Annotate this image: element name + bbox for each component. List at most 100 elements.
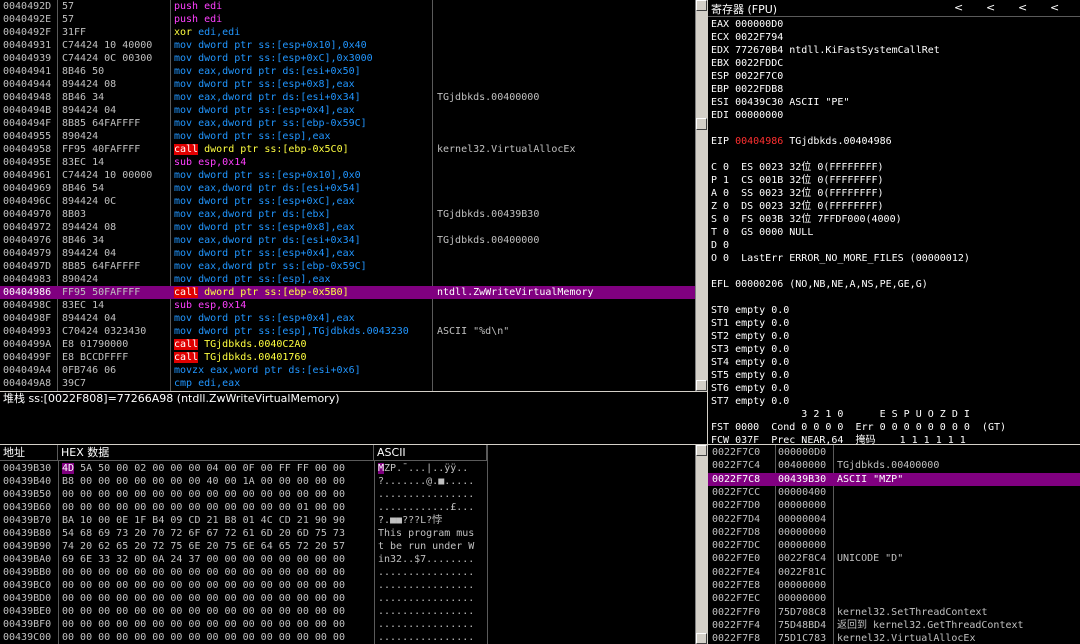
registers-pane[interactable]: 寄存器 (FPU) <<<<< EAX 000000D0ECX 0022F794…: [708, 0, 1080, 444]
register-line[interactable]: EIP 00404986 TGjdbkds.00404986: [711, 135, 1080, 148]
disasm-row[interactable]: 0040499F E8 BCCDFFFF call TGjdbkds.0040176…: [0, 351, 695, 364]
dump-row[interactable]: 00439B70 BA 10 00 0E 1F B4 09 CD 21 B8 01…: [0, 514, 487, 527]
register-line[interactable]: EBP 0022FDB8: [711, 83, 1080, 96]
disassembly-pane[interactable]: 0040492D 57 push edi 0040492E 57 push edi 0040…: [0, 0, 695, 391]
register-line[interactable]: T 0 GS 0000 NULL: [711, 226, 1080, 239]
register-nav-button[interactable]: <: [986, 1, 995, 14]
stack-row[interactable]: 0022F7D8 00000000: [708, 526, 1080, 539]
stack-row[interactable]: 0022F7F4 75D48BD4 返回到 kernel32.GetThreadCo…: [708, 619, 1080, 632]
register-line[interactable]: [711, 122, 1080, 135]
disasm-row[interactable]: 00404939 C74424 0C 00300 mov dword ptr ss:…: [0, 52, 695, 65]
register-line[interactable]: A 0 SS 0023 32位 0(FFFFFFFF): [711, 187, 1080, 200]
register-line[interactable]: ESI 00439C30 ASCII "PE": [711, 96, 1080, 109]
disasm-row[interactable]: 00404969 8B46 54 mov eax,dword ptr ds:[esi…: [0, 182, 695, 195]
dump-header-address[interactable]: 地址: [0, 445, 58, 460]
stack-row[interactable]: 0022F7D0 00000000: [708, 499, 1080, 512]
dump-scroll-down-button[interactable]: [696, 633, 707, 644]
register-line[interactable]: [711, 291, 1080, 304]
disasm-row[interactable]: 00404983 890424 mov dword ptr ss:[esp],eax: [0, 273, 695, 286]
register-line[interactable]: [711, 265, 1080, 278]
register-line[interactable]: [711, 148, 1080, 161]
dump-row[interactable]: 00439B50 00 00 00 00 00 00 00 00 00 00 00…: [0, 488, 487, 501]
disasm-row[interactable]: 0040492D 57 push edi: [0, 0, 695, 13]
dump-row[interactable]: 00439B60 00 00 00 00 00 00 00 00 00 00 00…: [0, 501, 487, 514]
disasm-row[interactable]: 00404970 8B03 mov eax,dword ptr ds:[ebx] TG…: [0, 208, 695, 221]
register-line[interactable]: ST4 empty 0.0: [711, 356, 1080, 369]
stack-pane[interactable]: 0022F7C0 000000D0 0022F7C4 00400000 TGjdbkds…: [708, 445, 1080, 644]
dump-row[interactable]: 00439BF0 00 00 00 00 00 00 00 00 00 00 00…: [0, 618, 487, 631]
dump-row[interactable]: 00439B40 B8 00 00 00 00 00 00 00 40 00 1A…: [0, 475, 487, 488]
disasm-row[interactable]: 004049A4 0FB746 06 movzx eax,word ptr ds:[…: [0, 364, 695, 377]
disasm-row[interactable]: 0040495E 83EC 14 sub esp,0x14: [0, 156, 695, 169]
stack-row[interactable]: 0022F7F8 75D1C783 kernel32.VirtualAllocEx: [708, 632, 1080, 644]
disasm-row[interactable]: 00404979 894424 04 mov dword ptr ss:[esp+0…: [0, 247, 695, 260]
disasm-row[interactable]: 0040492E 57 push edi: [0, 13, 695, 26]
register-line[interactable]: FST 0000 Cond 0 0 0 0 Err 0 0 0 0 0 0 0 …: [711, 421, 1080, 434]
register-line[interactable]: O 0 LastErr ERROR_NO_MORE_FILES (0000001…: [711, 252, 1080, 265]
dump-row[interactable]: 00439BD0 00 00 00 00 00 00 00 00 00 00 00…: [0, 592, 487, 605]
disasm-row[interactable]: 0040494F 8B85 64FAFFFF mov eax,dword ptr s…: [0, 117, 695, 130]
dump-header-ascii[interactable]: ASCII: [374, 445, 487, 460]
register-line[interactable]: S 0 FS 003B 32位 7FFDF000(4000): [711, 213, 1080, 226]
register-line[interactable]: P 1 CS 001B 32位 0(FFFFFFFF): [711, 174, 1080, 187]
stack-row[interactable]: 0022F7D4 00000004: [708, 513, 1080, 526]
disasm-row[interactable]: 0040496C 894424 0C mov dword ptr ss:[esp+0…: [0, 195, 695, 208]
disasm-row[interactable]: 0040497D 8B85 64FAFFFF mov eax,dword ptr s…: [0, 260, 695, 273]
scroll-down-button[interactable]: [696, 380, 707, 391]
disasm-row[interactable]: 00404931 C74424 10 40000 mov dword ptr ss:…: [0, 39, 695, 52]
disasm-row[interactable]: 0040494B 894424 04 mov dword ptr ss:[esp+0…: [0, 104, 695, 117]
disasm-row[interactable]: 00404941 8B46 50 mov eax,dword ptr ds:[esi…: [0, 65, 695, 78]
register-line[interactable]: D 0: [711, 239, 1080, 252]
disasm-row[interactable]: 0040499A E8 01790000 call TGjdbkds.0040C2A…: [0, 338, 695, 351]
scroll-up-button[interactable]: [696, 0, 707, 11]
disasm-row[interactable]: 0040498F 894424 04 mov dword ptr ss:[esp+0…: [0, 312, 695, 325]
register-line[interactable]: EDX 772670B4 ntdll.KiFastSystemCallRet: [711, 44, 1080, 57]
disasm-row[interactable]: 00404961 C74424 10 00000 mov dword ptr ss:…: [0, 169, 695, 182]
stack-row[interactable]: 0022F7C4 00400000 TGjdbkds.00400000: [708, 459, 1080, 472]
register-line[interactable]: ST0 empty 0.0: [711, 304, 1080, 317]
register-line[interactable]: ST7 empty 0.0: [711, 395, 1080, 408]
register-line[interactable]: Z 0 DS 0023 32位 0(FFFFFFFF): [711, 200, 1080, 213]
stack-row[interactable]: 0022F7CC 00000400: [708, 486, 1080, 499]
disasm-row[interactable]: 004049A8 39C7 cmp edi,eax: [0, 377, 695, 390]
register-line[interactable]: EBX 0022FDDC: [711, 57, 1080, 70]
dump-row[interactable]: 00439BE0 00 00 00 00 00 00 00 00 00 00 00…: [0, 605, 487, 618]
register-line[interactable]: EDI 00000000: [711, 109, 1080, 122]
stack-row[interactable]: 0022F7C0 000000D0: [708, 446, 1080, 459]
register-nav-button[interactable]: <: [1050, 1, 1059, 14]
disasm-row[interactable]: 0040498C 83EC 14 sub esp,0x14: [0, 299, 695, 312]
dump-pane[interactable]: 地址 HEX 数据 ASCII 00439B30 4D 5A 50 00 02 0…: [0, 445, 487, 644]
register-line[interactable]: FCW 037F Prec NEAR,64 掩码 1 1 1 1 1 1: [711, 434, 1080, 444]
scroll-thumb[interactable]: [696, 118, 707, 130]
dump-row[interactable]: 00439BB0 00 00 00 00 00 00 00 00 00 00 00…: [0, 566, 487, 579]
stack-row[interactable]: 0022F7DC 00000000: [708, 539, 1080, 552]
register-line[interactable]: ECX 0022F794: [711, 31, 1080, 44]
register-line[interactable]: ESP 0022F7C0: [711, 70, 1080, 83]
register-nav-button[interactable]: <: [954, 1, 963, 14]
stack-row[interactable]: 0022F7E8 00000000: [708, 579, 1080, 592]
register-line[interactable]: ST3 empty 0.0: [711, 343, 1080, 356]
register-line[interactable]: EAX 000000D0: [711, 18, 1080, 31]
dump-row[interactable]: 00439BC0 00 00 00 00 00 00 00 00 00 00 00…: [0, 579, 487, 592]
stack-row[interactable]: 0022F7E4 0022F81C: [708, 566, 1080, 579]
disasm-scrollbar[interactable]: [695, 0, 707, 391]
dump-header-hex[interactable]: HEX 数据: [58, 445, 374, 460]
dump-row[interactable]: 00439C00 00 00 00 00 00 00 00 00 00 00 00…: [0, 631, 487, 644]
stack-row[interactable]: 0022F7E0 0022F8C4 UNICODE "D": [708, 552, 1080, 565]
register-nav-button[interactable]: <: [1018, 1, 1027, 14]
stack-row[interactable]: 0022F7C8 00439B30 ASCII "MZP": [708, 472, 1080, 486]
disasm-row[interactable]: 00404972 894424 08 mov dword ptr ss:[esp+0…: [0, 221, 695, 234]
register-line[interactable]: 3 2 1 0 E S P U O Z D I: [711, 408, 1080, 421]
disasm-row[interactable]: 00404958 FF95 40FAFFFF call dword ptr ss:[…: [0, 143, 695, 156]
register-line[interactable]: C 0 ES 0023 32位 0(FFFFFFFF): [711, 161, 1080, 174]
register-line[interactable]: EFL 00000206 (NO,NB,NE,A,NS,PE,GE,G): [711, 278, 1080, 291]
disasm-row[interactable]: 0040492F 31FF xor edi,edi: [0, 26, 695, 39]
disasm-row[interactable]: 00404948 8B46 34 mov eax,dword ptr ds:[esi…: [0, 91, 695, 104]
disasm-row[interactable]: 00404955 890424 mov dword ptr ss:[esp],eax: [0, 130, 695, 143]
disasm-row[interactable]: 00404976 8B46 34 mov eax,dword ptr ds:[esi…: [0, 234, 695, 247]
disasm-row[interactable]: 00404944 894424 08 mov dword ptr ss:[esp+0…: [0, 78, 695, 91]
dump-row[interactable]: 00439B30 4D 5A 50 00 02 00 00 00 04 00 0F…: [0, 462, 487, 475]
disasm-row[interactable]: 00404993 C70424 0323430 mov dword ptr ss:[…: [0, 325, 695, 338]
register-line[interactable]: ST6 empty 0.0: [711, 382, 1080, 395]
dump-scrollbar[interactable]: [695, 445, 707, 644]
